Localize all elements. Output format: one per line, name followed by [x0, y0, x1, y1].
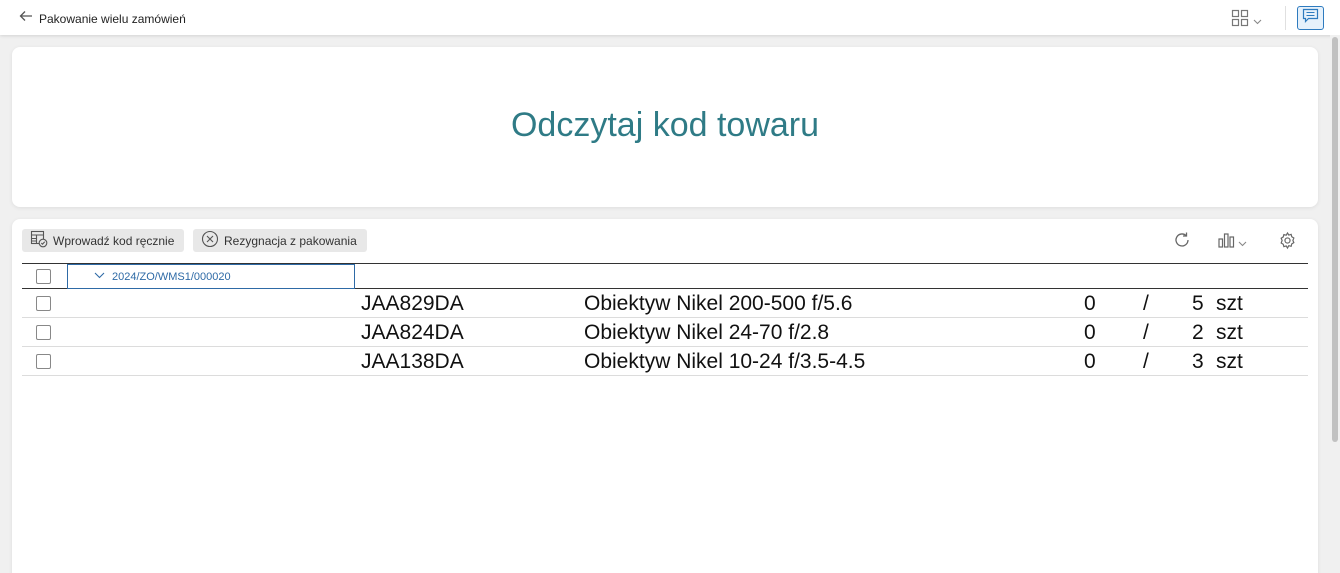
total-quantity: 5 — [1192, 292, 1204, 315]
product-code: JAA829DA — [361, 292, 464, 315]
cancel-packing-button[interactable]: Rezygnacja z pakowania — [193, 229, 367, 252]
chevron-down-icon — [1238, 234, 1247, 252]
product-name: Obiektyw Nikel 24-70 f/2.8 — [584, 321, 830, 344]
arrow-left-icon — [19, 9, 33, 28]
table-row[interactable]: JAA824DA Obiektyw Nikel 24-70 f/2.8 0 / … — [22, 318, 1308, 347]
row-checkbox[interactable] — [36, 354, 51, 369]
quantity-separator: / — [1143, 292, 1149, 315]
page-scrollbar[interactable] — [1330, 35, 1340, 573]
manual-code-button[interactable]: Wprowadź kod ręcznie — [22, 229, 185, 252]
row-checkbox[interactable] — [36, 325, 51, 340]
scan-prompt-panel: Odczytaj kod towaru — [12, 47, 1318, 207]
packed-quantity: 0 — [1084, 292, 1096, 315]
total-quantity: 2 — [1192, 321, 1204, 344]
table-row[interactable]: JAA829DA Obiektyw Nikel 200-500 f/5.6 0 … — [22, 289, 1308, 318]
order-number: 2024/ZO/WMS1/000020 — [112, 270, 231, 283]
refresh-button[interactable] — [1173, 231, 1191, 254]
manual-code-label: Wprowadź kod ręcznie — [53, 233, 175, 248]
select-all-checkbox[interactable] — [36, 269, 51, 284]
quantity-separator: / — [1143, 350, 1149, 373]
order-group-toggle[interactable]: 2024/ZO/WMS1/000020 — [67, 264, 355, 289]
packed-quantity: 0 — [1084, 321, 1096, 344]
chat-button[interactable] — [1297, 6, 1324, 30]
product-code: JAA824DA — [361, 321, 464, 344]
unit: szt — [1216, 292, 1243, 315]
unit: szt — [1216, 350, 1243, 373]
product-name: Obiektyw Nikel 10-24 f/3.5-4.5 — [584, 350, 866, 373]
group-header-row: 2024/ZO/WMS1/000020 — [22, 263, 1308, 289]
chat-icon — [1302, 8, 1319, 28]
settings-button[interactable] — [1278, 231, 1297, 255]
refresh-icon — [1173, 231, 1191, 254]
packed-quantity: 0 — [1084, 350, 1096, 373]
row-checkbox[interactable] — [36, 296, 51, 311]
barcode-edit-icon — [30, 230, 48, 251]
product-code: JAA138DA — [361, 350, 464, 373]
close-circle-icon — [201, 230, 219, 251]
layout-switcher-button[interactable] — [1231, 9, 1262, 32]
page-title: Pakowanie wielu zamówień — [39, 11, 186, 26]
total-quantity: 3 — [1192, 350, 1204, 373]
quantity-separator: / — [1143, 321, 1149, 344]
bar-chart-icon — [1217, 231, 1235, 254]
items-grid: 2024/ZO/WMS1/000020 JAA829DA Obiektyw Ni… — [22, 263, 1308, 376]
back-button[interactable]: Pakowanie wielu zamówień — [19, 9, 186, 28]
layout-grid-icon — [1231, 9, 1249, 32]
order-items-panel: Wprowadź kod ręcznie Rezygnacja z pakowa… — [12, 219, 1318, 573]
top-bar: Pakowanie wielu zamówień — [0, 0, 1340, 35]
unit: szt — [1216, 321, 1243, 344]
chevron-down-icon — [1253, 12, 1262, 30]
table-row[interactable]: JAA138DA Obiektyw Nikel 10-24 f/3.5-4.5 … — [22, 347, 1308, 376]
chart-menu-button[interactable] — [1217, 231, 1247, 254]
gear-icon — [1278, 231, 1297, 255]
scan-prompt: Odczytaj kod towaru — [510, 105, 820, 144]
divider — [1285, 6, 1286, 30]
product-name: Obiektyw Nikel 200-500 f/5.6 — [584, 292, 853, 315]
cancel-packing-label: Rezygnacja z pakowania — [224, 233, 357, 248]
scrollbar-thumb[interactable] — [1332, 37, 1338, 442]
